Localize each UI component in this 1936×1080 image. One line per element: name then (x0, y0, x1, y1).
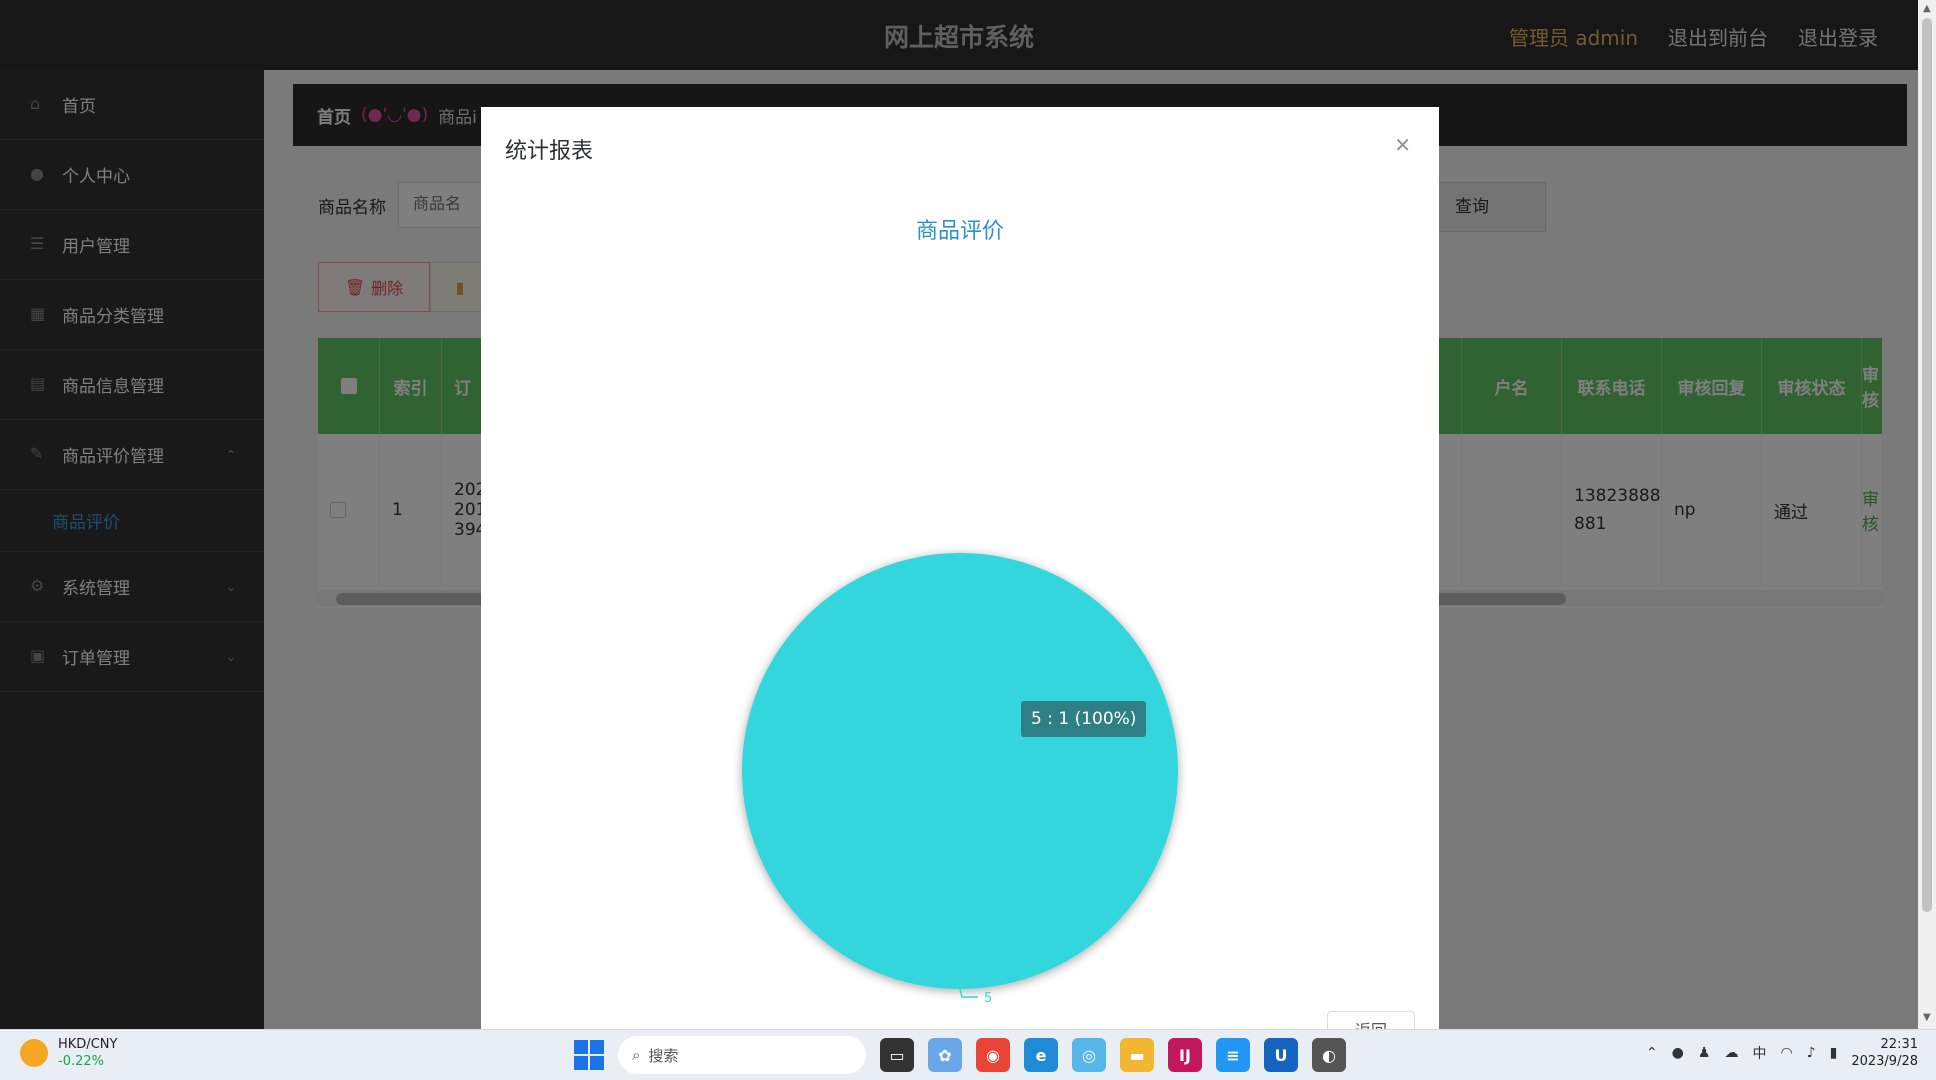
battery-icon[interactable]: ▮ (1830, 1045, 1838, 1061)
taskbar-apps: ⌕ 搜索 ▭ ✿ ◉ e ◎ ▬ IJ ≡ U ◐ (574, 1036, 1346, 1074)
taskbar-widget[interactable]: HKD/CNY -0.22% (20, 1036, 117, 1070)
scroll-down-icon[interactable]: ▼ (1923, 1012, 1931, 1023)
taskbar-search[interactable]: ⌕ 搜索 (618, 1036, 866, 1074)
ime-icon[interactable]: 中 (1752, 1043, 1766, 1063)
exchange-rate-icon (20, 1039, 48, 1067)
vpn-icon[interactable]: U (1264, 1038, 1298, 1072)
chrome-icon[interactable]: ◉ (976, 1038, 1010, 1072)
intellij-icon[interactable]: IJ (1168, 1038, 1202, 1072)
chevron-up-icon[interactable]: ⌃ (1646, 1045, 1658, 1061)
task-view-icon[interactable]: ▭ (880, 1038, 914, 1072)
app-icon[interactable]: ◐ (1312, 1038, 1346, 1072)
edge-icon[interactable]: e (1024, 1038, 1058, 1072)
scrollbar-thumb[interactable] (1922, 18, 1932, 912)
taskbar: HKD/CNY -0.22% ⌕ 搜索 ▭ ✿ ◉ e ◎ ▬ IJ ≡ U ◐… (0, 1029, 1936, 1080)
close-icon[interactable]: ✕ (1394, 133, 1411, 157)
slice-label: 5 (984, 991, 992, 1006)
app-window: 网上超市系统 管理员 admin 退出到前台 退出登录 ⌂ 首页 ● 个人中心 … (0, 0, 1918, 1029)
copilot-icon[interactable]: ✿ (928, 1038, 962, 1072)
fx-change: -0.22% (58, 1054, 104, 1069)
wechat-icon[interactable]: ● (1672, 1045, 1684, 1061)
dialog-title: 统计报表 (505, 139, 594, 164)
file-explorer-icon[interactable]: ▬ (1120, 1038, 1154, 1072)
qq-icon[interactable]: ♟ (1698, 1045, 1711, 1061)
browser-icon[interactable]: ◎ (1072, 1038, 1106, 1072)
report-dialog: 统计报表 ✕ 商品评价 5 返回 (481, 107, 1439, 1029)
pie-slice[interactable] (742, 553, 1178, 989)
chart-tooltip: 5 : 1 (100%) (1021, 701, 1147, 737)
notepad-icon[interactable]: ≡ (1216, 1038, 1250, 1072)
search-icon: ⌕ (632, 1046, 641, 1064)
cloud-icon[interactable]: ☁ (1724, 1045, 1738, 1061)
clock-date: 2023/9/28 (1851, 1054, 1918, 1069)
chart-title: 商品评价 (915, 219, 1004, 244)
back-button[interactable]: 返回 (1327, 1011, 1415, 1029)
exchange-rate: HKD/CNY -0.22% (58, 1036, 117, 1070)
pie-chart: 5 (742, 553, 1178, 1006)
scroll-up-icon[interactable]: ▲ (1923, 3, 1931, 14)
clock-time: 22:31 (1880, 1037, 1918, 1052)
fx-name: HKD/CNY (58, 1037, 118, 1052)
vertical-scrollbar[interactable]: ▲ ▼ (1918, 0, 1936, 1029)
slice-label-line (959, 988, 978, 998)
system-tray: ⌃ ● ♟ ☁ 中 ◠ ♪ ▮ 22:31 2023/9/28 (1646, 1036, 1918, 1070)
clock[interactable]: 22:31 2023/9/28 (1851, 1036, 1918, 1070)
taskbar-search-label: 搜索 (648, 1046, 679, 1065)
volume-icon[interactable]: ♪ (1807, 1045, 1816, 1061)
wifi-icon[interactable]: ◠ (1780, 1045, 1792, 1061)
windows-start-icon[interactable] (574, 1040, 604, 1070)
